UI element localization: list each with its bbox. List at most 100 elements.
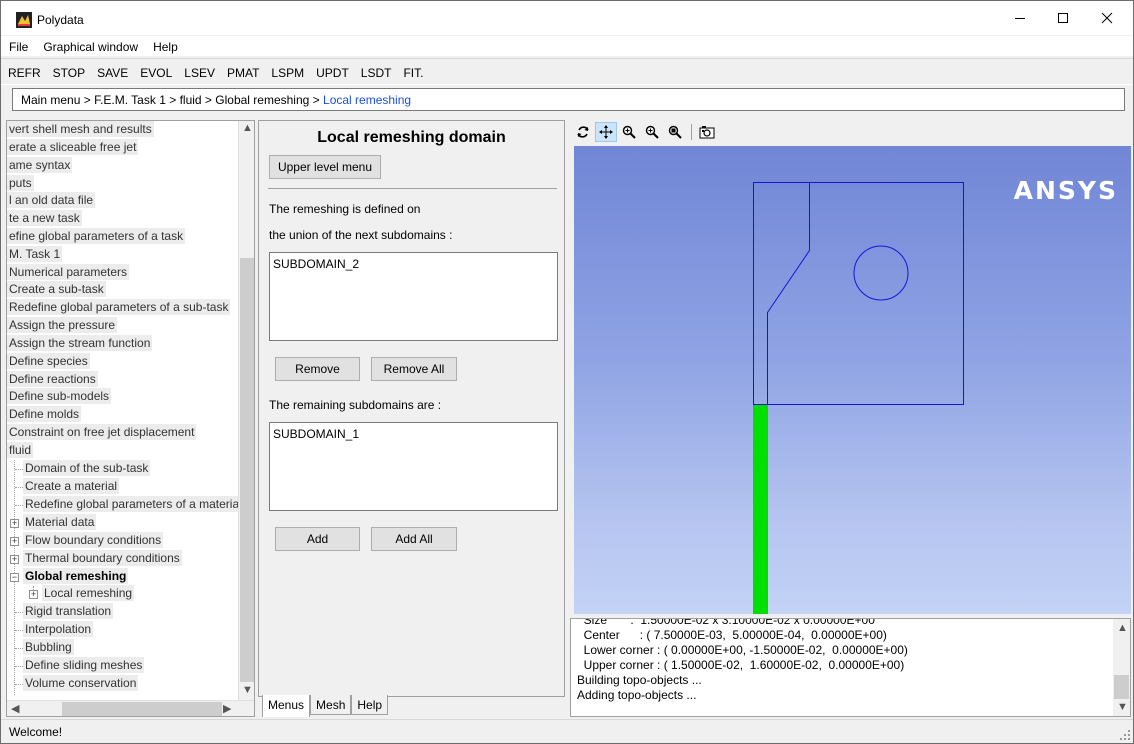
toolbar-lspm-button[interactable]: LSPM: [264, 59, 309, 84]
tree-item[interactable]: Define sliding meshes: [23, 657, 145, 675]
tree-item[interactable]: ame syntax: [7, 157, 73, 175]
tree-item[interactable]: Assign the stream function: [7, 335, 153, 353]
tree-item[interactable]: Create a sub-task: [7, 281, 106, 299]
tree-item[interactable]: Redefine global parameters of a material: [23, 496, 239, 514]
toolbar-updt-button[interactable]: UPDT: [309, 59, 354, 84]
add-all-button[interactable]: Add All: [371, 527, 457, 551]
expand-icon[interactable]: +: [10, 555, 19, 564]
tree-item[interactable]: Assign the pressure: [7, 317, 118, 335]
scroll-down-icon[interactable]: ▼: [1117, 701, 1128, 713]
tree-item[interactable]: M. Task 1: [7, 246, 63, 264]
maximize-icon: [1058, 13, 1068, 23]
scroll-left-icon[interactable]: ◀: [11, 702, 19, 715]
toolbar-save-button[interactable]: SAVE: [90, 59, 133, 84]
toolbar-pmat-button[interactable]: PMAT: [220, 59, 264, 84]
graphics-viewport[interactable]: ANSYS: [574, 146, 1131, 614]
tree-item[interactable]: Rigid translation: [23, 603, 114, 621]
tree-item[interactable]: Define sub-models: [7, 388, 112, 406]
snapshot-icon[interactable]: [696, 122, 718, 142]
tree-item[interactable]: erate a sliceable free jet: [7, 139, 139, 157]
tree-item[interactable]: l an old data file: [7, 192, 96, 210]
scroll-up-icon[interactable]: ▲: [242, 122, 253, 134]
scroll-thumb[interactable]: [240, 258, 254, 682]
remove-button[interactable]: Remove: [275, 357, 360, 381]
console-output[interactable]: Size : 1.50000E-02 x 3.10000E-02 x 0.000…: [570, 618, 1131, 717]
tab-help[interactable]: Help: [351, 695, 389, 715]
scroll-thumb[interactable]: [62, 702, 222, 716]
remove-all-button[interactable]: Remove All: [371, 357, 457, 381]
zoom-box-icon[interactable]: [664, 122, 686, 142]
menu-help[interactable]: Help: [145, 36, 185, 56]
tree-item[interactable]: Volume conservation: [23, 675, 139, 693]
pan-icon[interactable]: [595, 122, 617, 142]
tab-mesh[interactable]: Mesh: [310, 695, 352, 715]
expand-icon[interactable]: +: [29, 590, 38, 599]
close-icon: [1101, 12, 1113, 24]
tree-item[interactable]: efine global parameters of a task: [7, 228, 186, 246]
tree-item-global-remeshing[interactable]: Global remeshing: [23, 568, 129, 586]
scroll-up-icon[interactable]: ▲: [1117, 622, 1128, 634]
breadcrumb-global-remeshing[interactable]: Global remeshing: [215, 93, 309, 107]
list-item[interactable]: SUBDOMAIN_2: [273, 257, 554, 271]
toolbar-lsdt-button[interactable]: LSDT: [354, 59, 397, 84]
breadcrumb-main-menu[interactable]: Main menu: [21, 93, 80, 107]
local-remeshing-panel: Local remeshing domain Upper level menu …: [258, 120, 565, 697]
tree-item[interactable]: Material data: [23, 514, 97, 532]
toolbar-evol-button[interactable]: EVOL: [133, 59, 177, 84]
scroll-down-icon[interactable]: ▼: [242, 684, 253, 696]
selected-subdomains-list[interactable]: SUBDOMAIN_2: [269, 252, 558, 341]
list-item[interactable]: SUBDOMAIN_1: [273, 427, 554, 441]
expand-icon[interactable]: +: [10, 537, 19, 546]
scroll-thumb[interactable]: [1114, 675, 1129, 699]
status-text: Welcome!: [9, 725, 63, 739]
tree-item[interactable]: puts: [7, 175, 34, 193]
tree-item[interactable]: fluid: [7, 442, 34, 460]
tree-item[interactable]: te a new task: [7, 210, 82, 228]
tree-item[interactable]: Define molds: [7, 406, 82, 424]
tree-item[interactable]: Define species: [7, 353, 90, 371]
tree-item-local-remeshing[interactable]: Local remeshing: [42, 585, 135, 603]
add-button[interactable]: Add: [275, 527, 360, 551]
tree-item[interactable]: Constraint on free jet displacement: [7, 424, 197, 442]
maximize-button[interactable]: [1041, 1, 1085, 35]
rotate-icon[interactable]: [572, 122, 594, 142]
tree-item[interactable]: Interpolation: [23, 621, 94, 639]
remaining-subdomains-list[interactable]: SUBDOMAIN_1: [269, 422, 558, 511]
console-line: Size : 1.50000E-02 x 3.10000E-02 x 0.000…: [577, 618, 875, 627]
close-button[interactable]: [1085, 1, 1129, 35]
breadcrumb-separator: >: [165, 93, 180, 107]
menu-file[interactable]: File: [1, 36, 35, 56]
tree-guide: [15, 684, 23, 685]
tree-horizontal-scrollbar[interactable]: ◀ ▶: [7, 700, 254, 716]
tree-item[interactable]: Define reactions: [7, 371, 98, 389]
scroll-right-icon[interactable]: ▶: [223, 702, 231, 715]
tree-item[interactable]: Numerical parameters: [7, 264, 130, 282]
toolbar-refr-button[interactable]: REFR: [1, 59, 46, 84]
tree-item[interactable]: Thermal boundary conditions: [23, 550, 182, 568]
remaining-label: The remaining subdomains are :: [269, 398, 442, 412]
breadcrumb-separator: >: [80, 93, 95, 107]
toolbar-stop-button[interactable]: STOP: [46, 59, 90, 84]
collapse-icon[interactable]: −: [10, 573, 19, 582]
tree-item[interactable]: Bubbling: [23, 639, 74, 657]
tree-item[interactable]: Redefine global parameters of a sub-task: [7, 299, 231, 317]
tree-vertical-scrollbar[interactable]: ▲ ▼: [238, 121, 254, 700]
expand-icon[interactable]: +: [10, 519, 19, 528]
minimize-button[interactable]: [998, 1, 1042, 35]
upper-level-menu-button[interactable]: Upper level menu: [269, 155, 381, 179]
breadcrumb-fem-task[interactable]: F.E.M. Task 1: [94, 93, 166, 107]
console-scrollbar[interactable]: ▲ ▼: [1113, 619, 1130, 716]
resize-grip-icon[interactable]: [1120, 730, 1130, 740]
tree-item[interactable]: Domain of the sub-task: [23, 460, 151, 478]
zoom-in-icon[interactable]: [641, 122, 663, 142]
toolbar-lsev-button[interactable]: LSEV: [177, 59, 220, 84]
tree-item[interactable]: vert shell mesh and results: [7, 121, 154, 139]
zoom-icon[interactable]: [618, 122, 640, 142]
menu-graphical-window[interactable]: Graphical window: [35, 36, 145, 56]
tree-item[interactable]: Flow boundary conditions: [23, 532, 164, 550]
breadcrumb-fluid[interactable]: fluid: [180, 93, 202, 107]
toolbar-fit-button[interactable]: FIT.: [396, 59, 428, 84]
tree-item[interactable]: Create a material: [23, 478, 120, 496]
panel-tabs: Menus Mesh Help: [262, 695, 389, 717]
tab-menus[interactable]: Menus: [262, 695, 311, 717]
